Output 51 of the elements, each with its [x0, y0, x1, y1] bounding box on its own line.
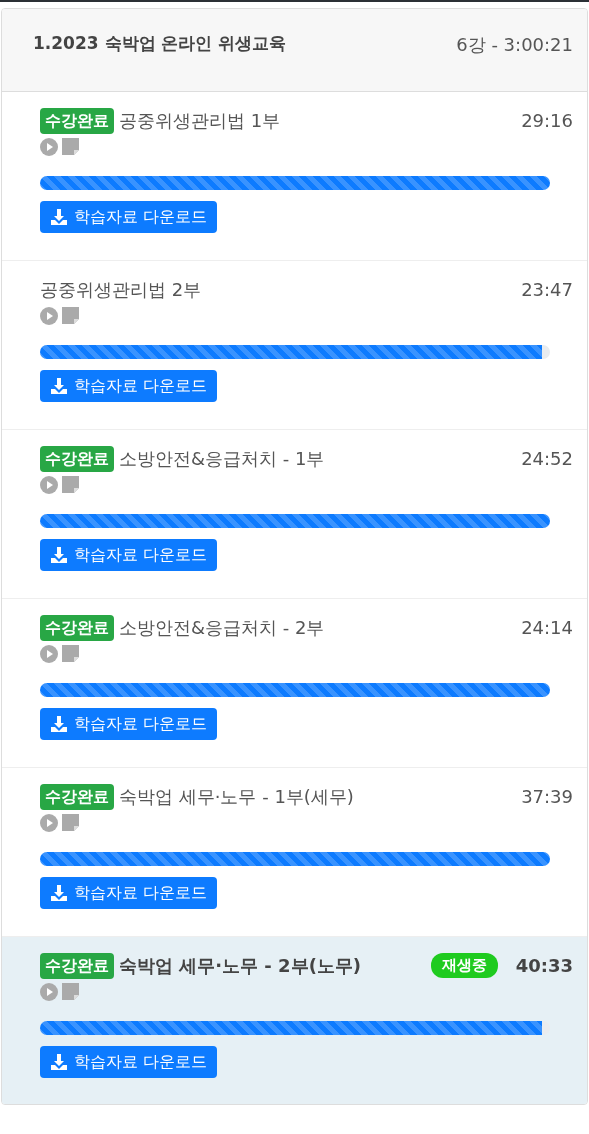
note-icon[interactable] — [62, 307, 79, 324]
playing-badge: 재생중 — [430, 953, 498, 978]
download-button[interactable]: 학습자료 다운로드 — [40, 1046, 218, 1078]
lesson-duration: 23:47 — [521, 278, 573, 302]
course-header[interactable]: 1.2023 숙박업 온라인 위생교육 6강 - 3:00:21 — [2, 9, 587, 92]
lesson-title: 소방안전&응급처치 - 1부 — [119, 447, 325, 471]
completed-badge: 수강완료 — [40, 952, 114, 979]
play-icon[interactable] — [40, 983, 58, 1001]
download-button[interactable]: 학습자료 다운로드 — [40, 370, 218, 402]
play-icon[interactable] — [40, 476, 58, 494]
lesson-title: 공중위생관리법 2부 — [40, 278, 202, 302]
lesson-duration: 29:16 — [521, 109, 573, 133]
download-button[interactable]: 학습자료 다운로드 — [40, 539, 218, 571]
lesson-duration: 24:52 — [521, 447, 573, 471]
download-icon — [50, 208, 68, 226]
lesson-duration: 37:39 — [521, 785, 573, 809]
download-icon — [50, 1053, 68, 1071]
download-button[interactable]: 학습자료 다운로드 — [40, 201, 218, 233]
lesson-row[interactable]: 수강완료 숙박업 세무·노무 - 1부(세무) 37:39 학습자료 다운로드 — [2, 768, 587, 937]
lesson-row[interactable]: 수강완료 숙박업 세무·노무 - 2부(노무) 재생중 40:33 학습자료 다운로드 — [2, 937, 587, 1104]
play-icon[interactable] — [40, 307, 58, 325]
completed-badge: 수강완료 — [40, 614, 114, 641]
note-icon[interactable] — [62, 138, 79, 155]
download-button[interactable]: 학습자료 다운로드 — [40, 708, 218, 740]
download-icon — [50, 884, 68, 902]
note-icon[interactable] — [62, 814, 79, 831]
play-icon[interactable] — [40, 138, 58, 156]
play-icon[interactable] — [40, 814, 58, 832]
lesson-title: 숙박업 세무·노무 - 1부(세무) — [119, 785, 354, 809]
completed-badge: 수강완료 — [40, 445, 114, 472]
play-icon[interactable] — [40, 645, 58, 663]
download-icon — [50, 715, 68, 733]
lesson-row[interactable]: 수강완료 소방안전&응급처치 - 1부 24:52 학습자료 다운로드 — [2, 430, 587, 599]
lesson-title: 공중위생관리법 1부 — [119, 109, 281, 133]
note-icon[interactable] — [62, 983, 79, 1000]
completed-badge: 수강완료 — [40, 107, 114, 134]
lesson-duration: 24:14 — [521, 616, 573, 640]
course-summary: 6강 - 3:00:21 — [456, 33, 573, 57]
note-icon[interactable] — [62, 476, 79, 493]
lesson-duration: 40:33 — [515, 954, 573, 978]
lesson-title: 숙박업 세무·노무 - 2부(노무) — [119, 954, 362, 978]
download-button[interactable]: 학습자료 다운로드 — [40, 877, 218, 909]
lesson-title: 소방안전&응급처치 - 2부 — [119, 616, 325, 640]
download-icon — [50, 377, 68, 395]
download-icon — [50, 546, 68, 564]
completed-badge: 수강완료 — [40, 783, 114, 810]
lesson-row[interactable]: 수강완료 공중위생관리법 1부 29:16 학습자료 다운로드 — [2, 92, 587, 261]
course-title: 1.2023 숙박업 온라인 위생교육 — [33, 32, 287, 55]
lesson-row[interactable]: 공중위생관리법 2부 23:47 학습자료 다운로드 — [2, 261, 587, 430]
lesson-row[interactable]: 수강완료 소방안전&응급처치 - 2부 24:14 학습자료 다운로드 — [2, 599, 587, 768]
note-icon[interactable] — [62, 645, 79, 662]
